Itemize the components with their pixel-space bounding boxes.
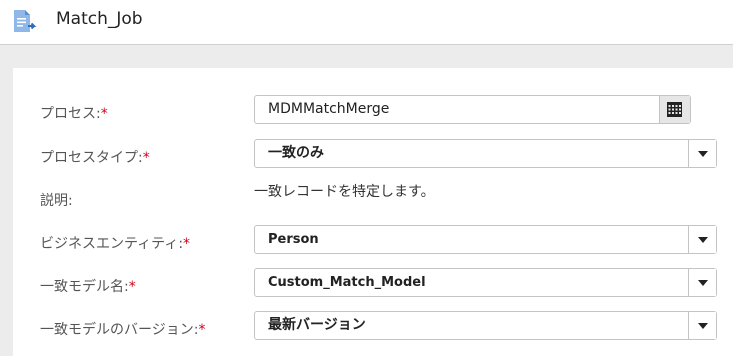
page-header: Match_Job (0, 0, 733, 45)
process-type-select[interactable]: 一致のみ (254, 139, 717, 168)
process-type-label: プロセスタイプ:* (40, 150, 150, 166)
chevron-down-icon[interactable] (688, 312, 716, 339)
description-label: 説明: (40, 193, 73, 209)
process-label: プロセス:* (40, 106, 108, 122)
chevron-down-icon[interactable] (688, 269, 716, 296)
match-model-version-label: 一致モデルのバージョン:* (40, 322, 206, 338)
process-input[interactable]: MDMMatchMerge (254, 95, 691, 124)
match-model-name-label: 一致モデル名:* (40, 279, 136, 295)
job-form: プロセス:* MDMMatchMerge プロセスタイプ:* 一致のみ 説明: … (13, 68, 733, 356)
match-model-version-select[interactable]: 最新バージョン (254, 311, 717, 340)
grid-picker-icon[interactable] (659, 96, 690, 123)
match-model-version-value: 最新バージョン (268, 317, 366, 333)
document-icon (11, 8, 39, 36)
business-entity-value: Person (268, 232, 319, 247)
business-entity-label: ビジネスエンティティ:* (40, 236, 191, 252)
chevron-down-icon[interactable] (688, 140, 716, 167)
description-value: 一致レコードを特定します。 (254, 184, 435, 200)
match-model-name-value: Custom_Match_Model (268, 275, 426, 290)
chevron-down-icon[interactable] (688, 226, 716, 253)
page-title: Match_Job (56, 9, 143, 29)
match-model-name-select[interactable]: Custom_Match_Model (254, 268, 717, 297)
business-entity-select[interactable]: Person (254, 225, 717, 254)
process-value: MDMMatchMerge (268, 101, 390, 117)
process-type-value: 一致のみ (268, 145, 324, 161)
